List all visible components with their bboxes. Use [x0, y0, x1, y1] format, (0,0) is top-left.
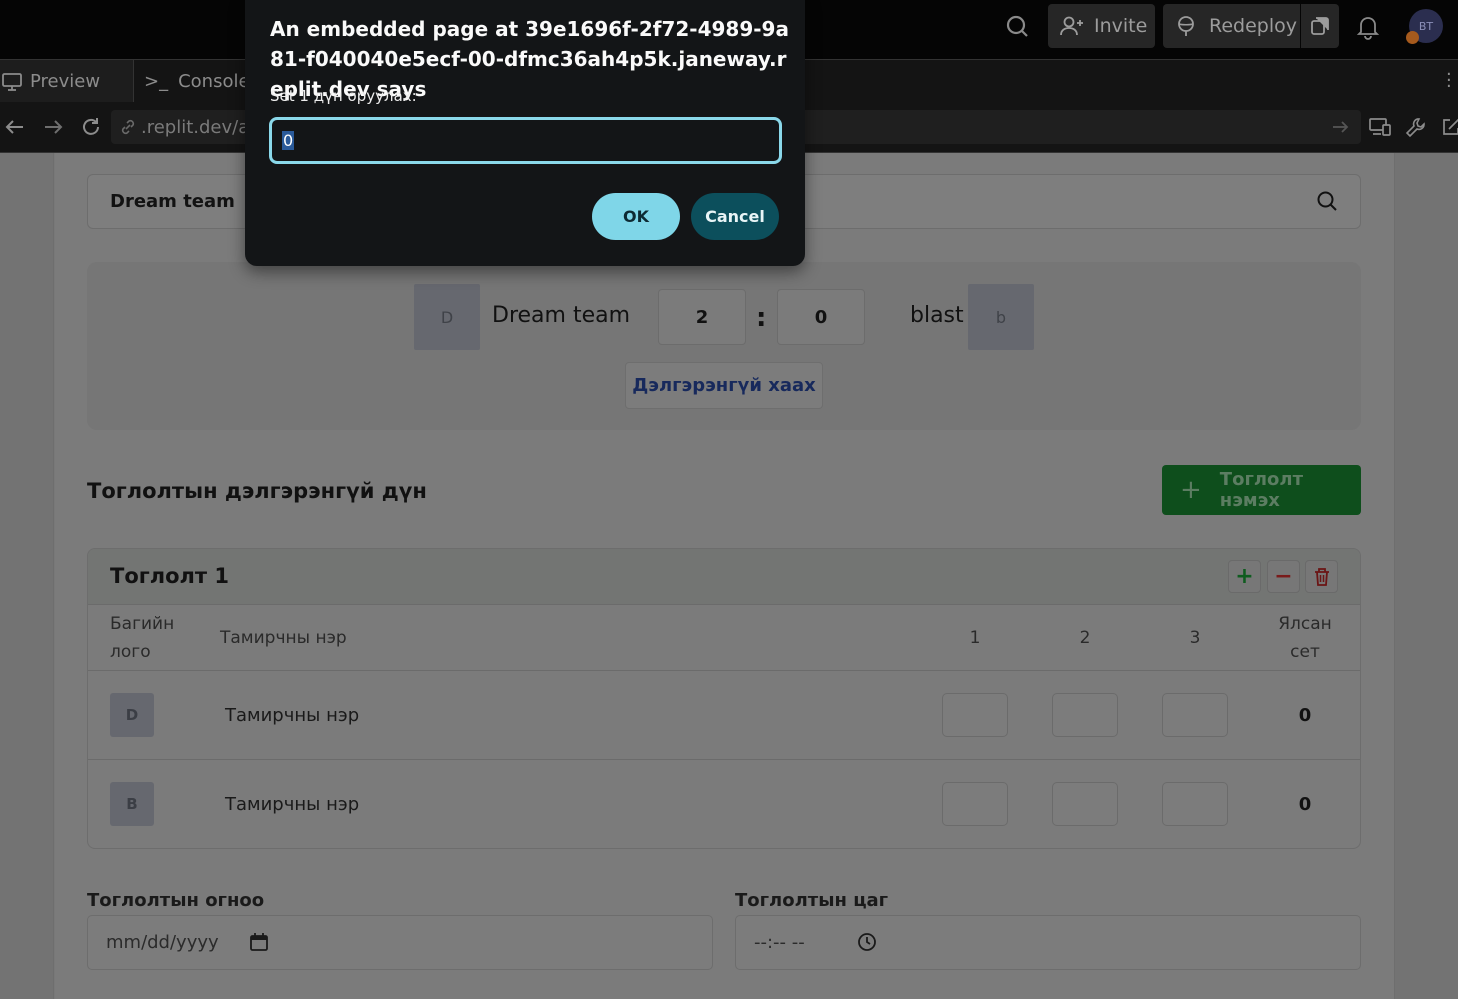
- copy-window-icon: [1310, 16, 1330, 36]
- home-team-logo: D: [414, 284, 480, 350]
- prompt-dialog: An embedded page at 39e1696f-2f72-4989-9…: [245, 0, 805, 266]
- col-header-set-2: 2: [1079, 628, 1091, 648]
- home-score-input[interactable]: 2: [658, 289, 746, 345]
- trash-icon: [1313, 567, 1331, 587]
- remove-set-button[interactable]: −: [1267, 560, 1300, 593]
- row-team-logo: B: [110, 782, 154, 826]
- wrench-icon[interactable]: [1405, 116, 1427, 138]
- col-header-set-1: 1: [969, 628, 981, 648]
- back-arrow-icon[interactable]: [4, 116, 26, 138]
- plus-icon: +: [1180, 475, 1202, 505]
- away-team-logo: b: [968, 284, 1034, 350]
- date-input[interactable]: mm/dd/yyyy: [87, 915, 713, 970]
- dialog-input-value: 0: [282, 131, 295, 150]
- cancel-button[interactable]: Cancel: [691, 193, 779, 240]
- set-2-score-input[interactable]: [1052, 782, 1118, 826]
- table-divider: [88, 759, 1360, 760]
- tab-preview[interactable]: Preview: [0, 60, 134, 103]
- set-1-score-input[interactable]: [942, 693, 1008, 737]
- add-game-label: Тоглолт нэмэх: [1219, 469, 1304, 511]
- reload-icon[interactable]: [80, 116, 102, 138]
- details-section-title: Тоглолтын дэлгэрэнгүй дүн: [87, 479, 427, 503]
- terminal-icon: >_: [144, 71, 169, 92]
- set-2-score-input[interactable]: [1052, 693, 1118, 737]
- time-placeholder: --:-- --: [754, 932, 805, 953]
- col-header-set-3: 3: [1189, 628, 1201, 648]
- monitor-icon: [2, 72, 22, 91]
- home-team-name: Dream team: [492, 303, 631, 328]
- clock-icon[interactable]: [857, 932, 877, 952]
- delete-game-button[interactable]: [1305, 560, 1338, 593]
- link-icon: [119, 118, 137, 136]
- bell-icon[interactable]: [1356, 14, 1380, 40]
- set-1-score-input[interactable]: [942, 782, 1008, 826]
- score-separator: :: [756, 303, 767, 333]
- add-set-button[interactable]: +: [1228, 560, 1261, 593]
- go-arrow-icon[interactable]: [1330, 117, 1352, 139]
- plus-icon: +: [1235, 564, 1254, 589]
- page-gutter-right: [1394, 153, 1458, 999]
- away-score-input[interactable]: 0: [777, 289, 865, 345]
- close-details-button[interactable]: Дэлгэрэнгүй хаах: [625, 362, 823, 409]
- minus-icon: −: [1274, 564, 1293, 589]
- tab-preview-label: Preview: [30, 71, 101, 92]
- devices-icon[interactable]: [1369, 116, 1391, 138]
- url-text: .replit.dev/ad: [141, 116, 261, 138]
- redeploy-button[interactable]: Redeploy: [1163, 4, 1300, 48]
- more-options-icon[interactable]: · · ·: [1446, 66, 1452, 96]
- game-card-header: [88, 549, 1360, 605]
- page-gutter-left: [0, 153, 54, 999]
- add-user-icon: [1060, 15, 1084, 37]
- dialog-input[interactable]: 0: [269, 117, 782, 164]
- col-header-won-sets: Ялсан сет: [1270, 610, 1340, 666]
- ok-button[interactable]: OK: [592, 193, 680, 240]
- tab-console-label: Console: [178, 71, 250, 92]
- time-input[interactable]: --:-- --: [735, 915, 1361, 970]
- date-label: Тоглолтын огноо: [87, 890, 265, 911]
- invite-button[interactable]: Invite: [1048, 4, 1155, 48]
- game-title: Тоглолт 1: [110, 564, 230, 588]
- row-won-sets: 0: [1298, 794, 1312, 815]
- set-3-score-input[interactable]: [1162, 782, 1228, 826]
- row-player-name[interactable]: Тамирчны нэр: [225, 705, 359, 726]
- deployments-panel-button[interactable]: [1301, 4, 1339, 48]
- row-won-sets: 0: [1298, 705, 1312, 726]
- table-divider: [88, 670, 1360, 671]
- invite-label: Invite: [1094, 15, 1148, 37]
- time-label: Тоглолтын цаг: [735, 890, 889, 911]
- col-header-player: Тамирчны нэр: [220, 628, 347, 648]
- team-search-value: Dream team: [110, 191, 235, 212]
- set-3-score-input[interactable]: [1162, 693, 1228, 737]
- row-team-logo: D: [110, 693, 154, 737]
- away-team-name: blast: [910, 303, 964, 328]
- deploy-icon: [1175, 15, 1197, 37]
- forward-arrow-icon[interactable]: [42, 116, 64, 138]
- search-icon[interactable]: [1003, 12, 1031, 40]
- calendar-icon[interactable]: [249, 932, 269, 952]
- redeploy-label: Redeploy: [1209, 15, 1297, 37]
- tab-console[interactable]: >_ Console: [144, 60, 254, 103]
- col-header-won-line1: Ялсан: [1278, 614, 1332, 634]
- add-game-button[interactable]: + Тоглолт нэмэх: [1162, 465, 1361, 515]
- col-header-logo-line1: Багийн: [110, 614, 175, 634]
- status-dot: [1406, 31, 1419, 44]
- dialog-message: Set 1 дүн оруулах:: [270, 87, 417, 105]
- row-player-name[interactable]: Тамирчны нэр: [225, 794, 359, 815]
- col-header-logo: Багийн лого: [110, 610, 174, 666]
- search-icon[interactable]: [1316, 190, 1338, 212]
- external-link-icon[interactable]: [1440, 116, 1458, 138]
- col-header-won-line2: сет: [1290, 642, 1320, 662]
- col-header-logo-line2: лого: [110, 642, 151, 662]
- date-placeholder: mm/dd/yyyy: [106, 932, 219, 953]
